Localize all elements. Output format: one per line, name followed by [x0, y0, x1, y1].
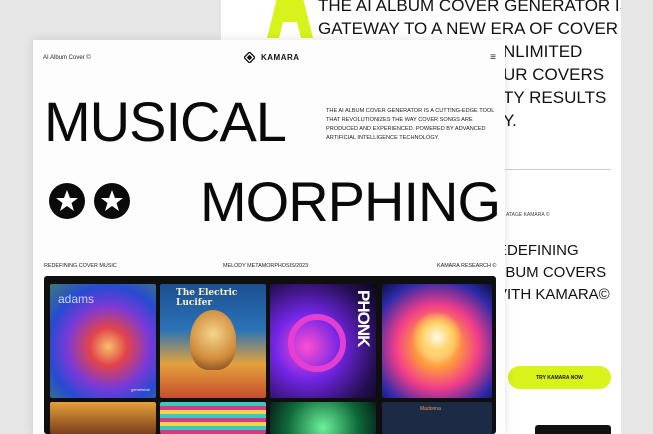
meta-left: REDEFINING COVER MUSIC — [44, 263, 117, 269]
front-page: AI Album Cover © KAMARA ≡ MUSICAL THE AI… — [33, 40, 505, 434]
back-tagline-line: EDEFINING — [497, 242, 579, 259]
album-cover[interactable]: adams gemeinbar — [50, 284, 156, 398]
album-cover[interactable] — [160, 402, 266, 434]
cover-subtitle: gemeinbar — [131, 387, 150, 392]
cover-title: PHONK — [354, 290, 373, 347]
hero-title-line2: MORPHING — [200, 170, 501, 233]
back-tagline-line: VITH KAMARA© — [497, 286, 610, 303]
divider — [491, 169, 611, 170]
hamburger-menu-icon[interactable]: ≡ — [490, 52, 496, 63]
dark-bar — [535, 425, 611, 434]
cover-artwork — [190, 310, 236, 370]
back-headline-line: GATEWAY TO A NEW ERA OF COVER SONG — [318, 19, 621, 38]
lime-letter-a-graphic — [267, 0, 313, 38]
cover-title: Madonna — [420, 406, 441, 412]
album-cover[interactable] — [50, 402, 156, 434]
hero-title-line1: MUSICAL — [44, 90, 287, 153]
cover-artwork — [288, 314, 346, 372]
brand-name: KAMARA — [261, 53, 300, 62]
album-cover[interactable] — [382, 284, 492, 398]
album-cover[interactable]: Madonna — [382, 402, 492, 434]
back-small-label: ATAGE KAMARA © — [506, 212, 550, 218]
back-tagline: EDEFINING LBUM COVERS VITH KAMARA© — [497, 240, 610, 306]
album-cover-gallery: adams gemeinbar The Electric Lucifer PHO… — [44, 276, 496, 434]
back-headline-line: THE AI ALBUM COVER GENERATOR IS THE — [318, 0, 621, 15]
meta-right: KAMARA RESEARCH © — [437, 263, 497, 269]
cover-artwork — [412, 312, 462, 362]
cover-title: adams — [58, 292, 95, 306]
star-badges — [49, 183, 130, 219]
cover-title: The Electric Lucifer — [176, 288, 238, 308]
album-cover[interactable]: PHONK — [270, 284, 376, 398]
meta-center: MELODY METAMORPHOSIS/2023 — [223, 263, 309, 269]
album-cover[interactable] — [270, 402, 376, 434]
star-icon — [49, 183, 85, 219]
hero-description: THE AI ALBUM COVER GENERATOR IS A CUTTIN… — [326, 108, 495, 141]
brand-logo[interactable]: KAMARA — [244, 52, 300, 63]
try-kamara-button[interactable]: TRY KAMARA NOW — [508, 366, 611, 389]
header-left-text[interactable]: AI Album Cover © — [43, 55, 91, 61]
diamond-logo-icon — [244, 52, 255, 63]
star-icon — [94, 183, 130, 219]
album-cover[interactable]: The Electric Lucifer — [160, 284, 266, 398]
back-tagline-line: LBUM COVERS — [497, 264, 607, 281]
